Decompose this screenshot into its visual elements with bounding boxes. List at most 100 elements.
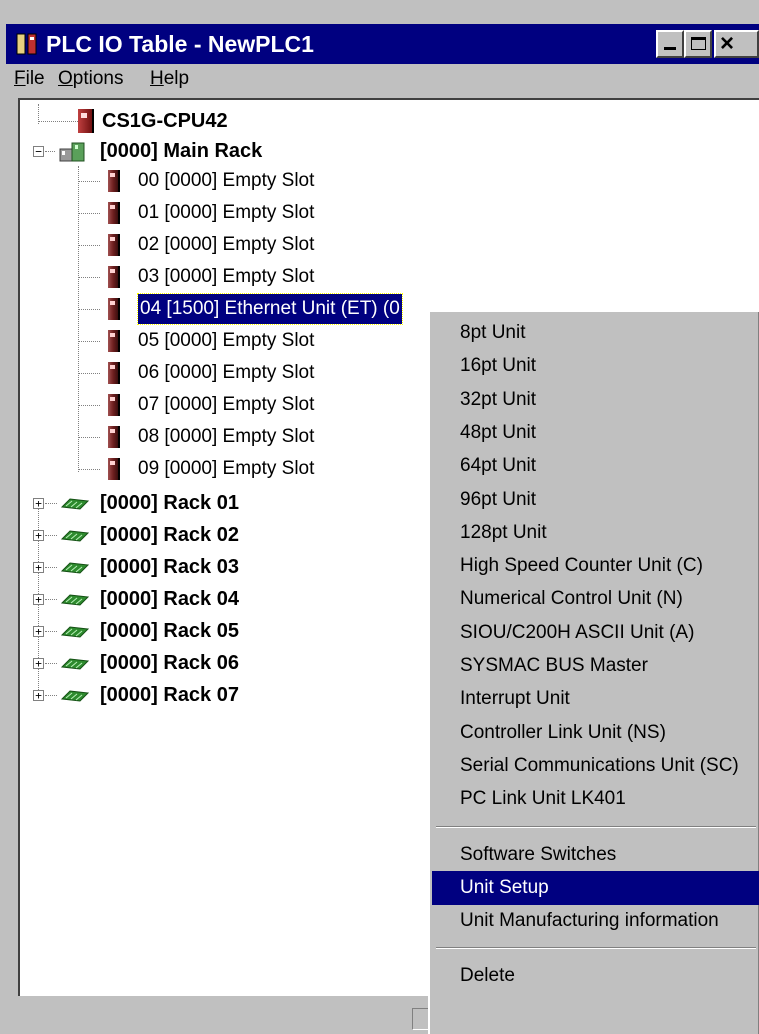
menu-file-label: ile	[25, 68, 45, 89]
tree-connector	[45, 663, 57, 664]
tree-connector	[78, 181, 100, 182]
context-menu-item[interactable]: SIOU/C200H ASCII Unit (A)	[432, 616, 759, 650]
tree-row-slot[interactable]: 09 [0000] Empty Slot	[20, 454, 440, 484]
tree-row-rack[interactable]: + [0000] Rack 07	[20, 680, 440, 710]
io-unit-icon	[108, 426, 120, 448]
menu-separator	[436, 825, 756, 828]
tree-connector	[45, 631, 57, 632]
rack-label: [0000] Rack 06	[100, 652, 239, 674]
window-title: PLC IO Table - NewPLC1	[46, 31, 314, 57]
context-menu: 8pt Unit 16pt Unit 32pt Unit 48pt Unit 64pt …	[428, 310, 759, 1034]
tree-row-slot[interactable]: 00 [0000] Empty Slot	[20, 166, 440, 196]
tree-row-slot[interactable]: 07 [0000] Empty Slot	[20, 390, 440, 420]
context-menu-item[interactable]: Unit Setup	[432, 870, 759, 905]
tree-row-rack[interactable]: + [0000] Rack 04	[20, 584, 440, 614]
expand-icon[interactable]: +	[33, 626, 44, 637]
context-menu-item[interactable]: 128pt Unit	[432, 516, 759, 550]
context-menu-item[interactable]: Interrupt Unit	[432, 682, 759, 716]
menu-options-label: ptions	[72, 68, 124, 89]
io-unit-icon	[108, 330, 120, 352]
context-menu-item[interactable]: 16pt Unit	[432, 349, 759, 383]
main-rack-label: [0000] Main Rack	[100, 140, 263, 162]
menu-options[interactable]: Options	[58, 68, 123, 90]
expand-icon[interactable]: +	[33, 594, 44, 605]
rack-label: [0000] Rack 05	[100, 620, 239, 642]
tree-row-slot[interactable]: 05 [0000] Empty Slot	[20, 326, 440, 356]
expand-icon[interactable]: +	[33, 530, 44, 541]
tree-row-main-rack[interactable]: − [0000] Main Rack	[20, 136, 440, 166]
rack-icon	[60, 530, 90, 542]
slot-label: 05 [0000] Empty Slot	[138, 330, 315, 351]
tree-row-slot[interactable]: 03 [0000] Empty Slot	[20, 262, 440, 292]
context-menu-item[interactable]: 64pt Unit	[432, 449, 759, 483]
cpu-label: CS1G-CPU42	[102, 110, 228, 132]
rack-label: [0000] Rack 01	[100, 492, 239, 514]
collapse-icon[interactable]: −	[33, 146, 44, 157]
menu-file-mnemonic: F	[14, 68, 26, 89]
context-menu-item[interactable]: 48pt Unit	[432, 416, 759, 450]
rack-label: [0000] Rack 02	[100, 524, 239, 546]
rack-icon	[60, 594, 90, 606]
io-unit-icon	[108, 170, 120, 192]
expand-icon[interactable]: +	[33, 690, 44, 701]
slot-label: 01 [0000] Empty Slot	[138, 202, 315, 223]
main-rack-icon	[59, 142, 85, 162]
tree-row-rack[interactable]: + [0000] Rack 02	[20, 520, 440, 550]
context-menu-item[interactable]: SYSMAC BUS Master	[432, 649, 759, 683]
tree-row-slot[interactable]: 02 [0000] Empty Slot	[20, 230, 440, 260]
maximize-icon	[691, 37, 706, 50]
context-menu-item[interactable]: 32pt Unit	[432, 383, 759, 417]
io-unit-icon	[108, 266, 120, 288]
menu-help-mnemonic: H	[150, 68, 164, 89]
rack-icon	[60, 658, 90, 670]
maximize-button[interactable]	[684, 30, 712, 58]
title-bar[interactable]: PLC IO Table - NewPLC1 ×	[6, 24, 759, 64]
context-menu-item[interactable]: Numerical Control Unit (N)	[432, 582, 759, 616]
plc-app-icon	[16, 33, 37, 55]
close-button[interactable]: ×	[714, 30, 759, 58]
slot-label: 02 [0000] Empty Slot	[138, 234, 315, 255]
context-menu-item[interactable]: Software Switches	[432, 838, 759, 872]
io-unit-icon	[108, 394, 120, 416]
tree-row-cpu[interactable]: CS1G-CPU42	[20, 106, 440, 136]
tree-row-slot[interactable]: 08 [0000] Empty Slot	[20, 422, 440, 452]
tree-row-slot[interactable]: 06 [0000] Empty Slot	[20, 358, 440, 388]
tree-connector	[78, 373, 100, 374]
menu-separator	[436, 947, 756, 950]
tree-row-slot[interactable]: 04 [1500] Ethernet Unit (ET) (0	[20, 293, 440, 325]
context-menu-item[interactable]: Serial Communications Unit (SC)	[432, 749, 759, 783]
context-menu-item[interactable]: 96pt Unit	[432, 483, 759, 517]
slot-label: 09 [0000] Empty Slot	[138, 458, 315, 479]
context-menu-item[interactable]: PC Link Unit LK401	[432, 782, 759, 816]
context-menu-item[interactable]: High Speed Counter Unit (C)	[432, 549, 759, 583]
context-menu-item[interactable]: Unit Manufacturing information	[432, 904, 759, 938]
tree-connector	[45, 503, 57, 504]
menu-help[interactable]: Help	[150, 68, 189, 90]
tree-row-slot[interactable]: 01 [0000] Empty Slot	[20, 198, 440, 228]
tree-connector	[78, 341, 100, 342]
minimize-button[interactable]	[656, 30, 684, 58]
tree-row-rack[interactable]: + [0000] Rack 01	[20, 488, 440, 518]
menu-options-mnemonic: O	[58, 68, 73, 89]
expand-icon[interactable]: +	[33, 658, 44, 669]
rack-icon	[60, 498, 90, 510]
tree-connector	[45, 599, 57, 600]
tree-connector	[45, 151, 55, 152]
slot-label: 00 [0000] Empty Slot	[138, 170, 315, 191]
rack-label: [0000] Rack 03	[100, 556, 239, 578]
close-icon: ×	[720, 30, 735, 57]
context-menu-item[interactable]: Controller Link Unit (NS)	[432, 716, 759, 750]
context-menu-item[interactable]: 8pt Unit	[432, 316, 759, 350]
tree-connector	[78, 277, 100, 278]
tree-row-rack[interactable]: + [0000] Rack 05	[20, 616, 440, 646]
tree-connector	[45, 567, 57, 568]
expand-icon[interactable]: +	[33, 562, 44, 573]
tree-row-rack[interactable]: + [0000] Rack 06	[20, 648, 440, 678]
expand-icon[interactable]: +	[33, 498, 44, 509]
slot-label: 06 [0000] Empty Slot	[138, 362, 315, 383]
menu-file[interactable]: File	[14, 68, 45, 90]
slot-label: 04 [1500] Ethernet Unit (ET) (0	[137, 293, 403, 325]
tree-row-rack[interactable]: + [0000] Rack 03	[20, 552, 440, 582]
rack-icon	[60, 690, 90, 702]
context-menu-item[interactable]: Delete	[432, 959, 759, 993]
